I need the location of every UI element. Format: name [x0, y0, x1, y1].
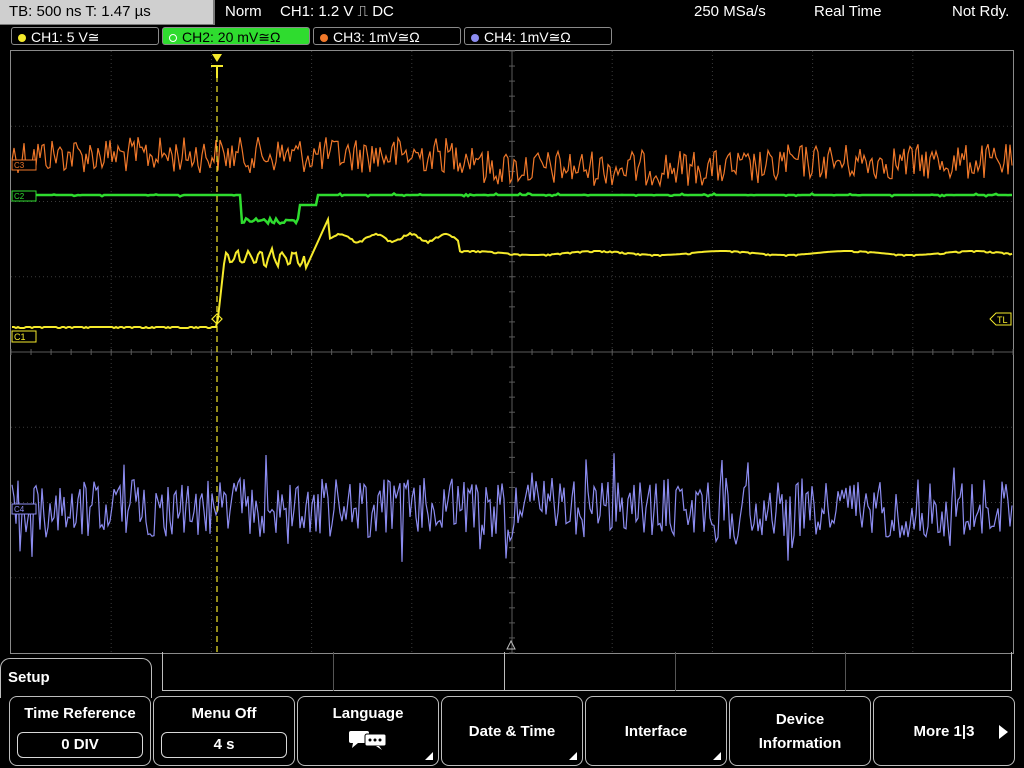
ch1-marker-label: C1 [14, 332, 26, 342]
submenu-corner-icon [569, 752, 577, 760]
trigger-level-label: TL [997, 315, 1008, 325]
date-time-softkey[interactable]: Date & Time [441, 696, 583, 766]
ch4-ground-marker-icon[interactable]: C4 [11, 503, 37, 515]
menu-off-softkey[interactable]: Menu Off 4 s [153, 696, 295, 766]
language-softkey[interactable]: Language [297, 696, 439, 766]
ch3-ground-marker-icon[interactable]: C3 [11, 159, 37, 171]
language-label: Language [332, 705, 404, 722]
next-page-arrow-icon [999, 725, 1008, 739]
time-reference-softkey[interactable]: Time Reference 0 DIV [9, 696, 151, 766]
time-reference-value: 0 DIV [17, 732, 143, 758]
ch2-marker-label: C2 [14, 192, 25, 201]
menu-off-label: Menu Off [191, 705, 257, 722]
device-information-label-1: Device [775, 711, 825, 728]
ch4-marker-label: C4 [14, 505, 25, 514]
time-reference-label: Time Reference [24, 705, 136, 722]
trigger-position-marker-icon[interactable] [211, 54, 223, 78]
interface-label: Interface [624, 723, 688, 740]
trigger-level-marker-icon[interactable]: TL [989, 312, 1012, 326]
interface-softkey[interactable]: Interface [585, 696, 727, 766]
ch3-marker-label: C3 [14, 161, 25, 170]
menu-title: Setup [8, 669, 50, 686]
device-information-label-2: Information [758, 735, 842, 752]
more-softkey[interactable]: More 1|3 [873, 696, 1015, 766]
bottom-scale-bar [162, 652, 1012, 691]
submenu-corner-icon [713, 752, 721, 760]
menu-off-value: 4 s [161, 732, 287, 758]
device-information-softkey[interactable]: Device Information [729, 696, 871, 766]
graticule-grid [10, 50, 1014, 654]
speech-bubbles-icon [349, 731, 387, 750]
time-reference-marker-icon [506, 639, 516, 650]
ch2-ground-marker-icon[interactable]: C2 [11, 190, 37, 202]
more-label: More 1|3 [913, 723, 975, 740]
date-time-label: Date & Time [468, 723, 556, 740]
submenu-corner-icon [425, 752, 433, 760]
ch1-ground-marker-icon[interactable]: C1 [11, 330, 37, 343]
